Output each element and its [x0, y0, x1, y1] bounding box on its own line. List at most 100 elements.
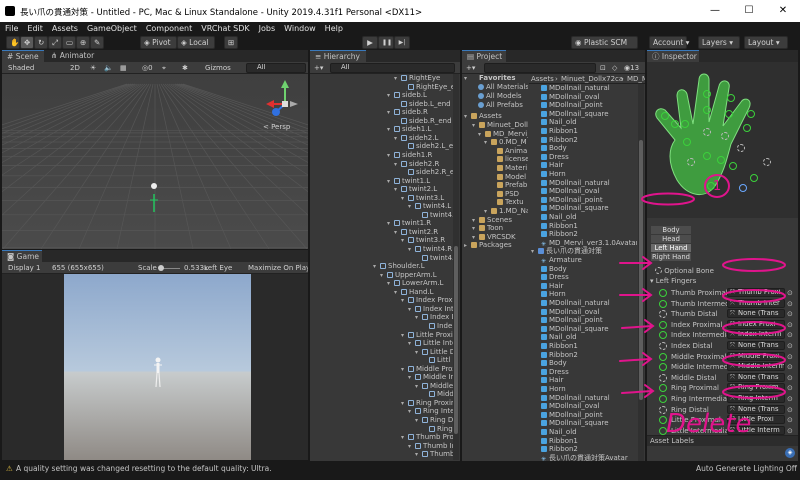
hierarchy-search-input[interactable]: All [330, 63, 455, 73]
close-button[interactable]: ✕ [766, 0, 800, 22]
tab-inspector[interactable]: ⓘ Inspector [647, 50, 699, 62]
bone-dot-icon[interactable] [703, 152, 711, 160]
project-file-item[interactable]: Hair [541, 376, 563, 384]
hierarchy-item[interactable]: ▾ sideb.R [387, 108, 428, 116]
eye-dropdown[interactable]: Left Eye [204, 263, 232, 273]
expand-arrow-icon[interactable]: ▾ [415, 451, 422, 459]
hierarchy-item[interactable]: sideh2.L_en [401, 142, 456, 150]
expand-arrow-icon[interactable]: ▾ [387, 109, 394, 117]
expand-arrow-icon[interactable]: ▾ [408, 340, 415, 348]
project-file-item[interactable]: MDollnail_natural [541, 84, 610, 92]
custom-tool-icon[interactable]: ✎ [90, 36, 104, 49]
expand-arrow-icon[interactable]: ▾ [373, 263, 380, 271]
project-file-item[interactable]: Body [541, 359, 567, 367]
expand-arrow-icon[interactable]: ▾ [401, 237, 408, 245]
menu-vrchat-sdk[interactable]: VRChat SDK [196, 22, 253, 33]
move-tool-icon[interactable]: ✥ [20, 36, 34, 49]
project-file-item[interactable]: MDollnail_square [541, 110, 609, 118]
bone-dot-icon[interactable] [707, 182, 715, 190]
bone-dot-icon[interactable] [763, 158, 771, 166]
scale-tool-icon[interactable]: ⤢ [48, 36, 62, 49]
hierarchy-item[interactable]: ▾ Shoulder.L [373, 262, 425, 270]
hierarchy-item[interactable]: ▾ Hand.L [394, 288, 434, 296]
pivot-toggle[interactable]: ◈ Pivot [140, 36, 177, 49]
pause-button[interactable]: ❚❚ [378, 36, 394, 49]
hierarchy-item[interactable]: ▾ twint3.L [401, 194, 444, 202]
hierarchy-item[interactable]: ▾ UpperArm.L [380, 271, 437, 279]
project-search-input[interactable] [484, 63, 596, 73]
hidden-objects-icon[interactable]: ◎0 [142, 63, 153, 73]
favorite-item[interactable]: All Prefabs [478, 101, 523, 109]
hierarchy-item[interactable]: ▾ Ring Inter [408, 407, 456, 415]
selected-bone-dot-icon[interactable] [739, 184, 747, 192]
object-picker-icon[interactable]: ⊙ [787, 321, 793, 329]
project-file-item[interactable]: Dress [541, 273, 569, 281]
hierarchy-item[interactable]: ▾ Middle Inte [408, 373, 456, 381]
project-file-item[interactable]: Horn [541, 385, 566, 393]
bone-dot-icon[interactable] [717, 156, 725, 164]
minimize-button[interactable]: — [698, 0, 732, 22]
expand-arrow-icon[interactable]: ▾ [387, 178, 394, 186]
bone-dot-icon[interactable] [681, 120, 689, 128]
audio-toggle-icon[interactable]: 🔈 [104, 63, 113, 73]
hierarchy-item[interactable]: ▾ Thumb Prox [401, 433, 456, 441]
tab-game[interactable]: ◙ Game [2, 250, 42, 262]
hierarchy-item[interactable]: Inde [422, 322, 452, 330]
expand-arrow-icon[interactable]: ▾ [408, 203, 415, 211]
scale-slider[interactable] [158, 265, 180, 271]
project-folder[interactable]: license [490, 155, 528, 163]
project-file-item[interactable]: MDollnail_point [541, 101, 603, 109]
project-file-item[interactable]: Ribbon2 [541, 136, 578, 144]
hierarchy-item[interactable]: ▾ LowerArm.L [387, 279, 443, 287]
breadcrumb-minuet[interactable]: Minuet_Dollx72ca [561, 75, 623, 83]
expand-arrow-icon[interactable]: ▾ [387, 280, 394, 288]
expand-arrow-icon[interactable]: ▾ [408, 374, 415, 382]
object-picker-icon[interactable]: ⊙ [787, 416, 793, 424]
tab-hierarchy[interactable]: ≡ Hierarchy [310, 50, 366, 62]
project-file-item[interactable]: Hair [541, 161, 563, 169]
packages-root[interactable]: ▸ Packages [464, 241, 512, 249]
body-button[interactable]: Body [651, 226, 691, 234]
bone-transform-field[interactable]: ⤧None (Trans [727, 404, 785, 414]
expand-arrow-icon[interactable]: ▾ [394, 75, 401, 83]
favorites-header[interactable]: ▾ Favorites [464, 74, 516, 82]
hierarchy-item[interactable]: ▾ sideh2.L [394, 134, 438, 142]
project-folder[interactable]: ▾ 1.MD_Na [484, 207, 528, 215]
tools-icon[interactable]: ✱ [182, 63, 188, 73]
object-picker-icon[interactable]: ⊙ [787, 300, 793, 308]
project-file-item[interactable]: Dress [541, 368, 569, 376]
expand-arrow-icon[interactable]: ▾ [464, 113, 471, 121]
hierarchy-item[interactable]: ▾ Index Proxim [401, 296, 456, 304]
collab-icon[interactable]: ◈ [785, 448, 795, 458]
filter-type-icon[interactable]: ⊡ [600, 63, 606, 73]
project-file-item[interactable]: Body [541, 265, 567, 273]
object-picker-icon[interactable]: ⊙ [787, 289, 793, 297]
expand-arrow-icon[interactable]: ▾ [401, 332, 408, 340]
hierarchy-item[interactable]: sideb.R_end [394, 117, 452, 125]
bone-dot-icon[interactable] [721, 132, 729, 140]
hierarchy-item[interactable]: ▾ Middle [415, 382, 453, 390]
project-file-item[interactable]: Ribbon1 [541, 342, 578, 350]
expand-arrow-icon[interactable]: ▾ [387, 220, 394, 228]
project-folder[interactable]: PSD [490, 190, 519, 198]
project-file-item[interactable]: ✳ MD_Mervi_ver3.1.0Avatar [541, 239, 637, 248]
project-folder[interactable]: ▾ Minuet_Dollx [472, 121, 528, 129]
bone-transform-field[interactable]: ⤧ Little Interm [727, 425, 785, 435]
local-toggle[interactable]: ◈ Local [177, 36, 215, 49]
perspective-label[interactable]: < Persp [263, 123, 290, 131]
project-file-item[interactable]: MDollnail_point [541, 196, 603, 204]
project-file-item[interactable]: Nail_old [541, 118, 577, 126]
gizmos-dropdown[interactable]: Gizmos [205, 63, 231, 73]
bone-dot-icon[interactable] [671, 120, 679, 128]
project-file-item[interactable]: Ribbon1 [541, 222, 578, 230]
hand-tool-icon[interactable]: ✋ [6, 36, 20, 49]
scene-search-input[interactable]: All [246, 63, 306, 73]
bone-dot-icon[interactable] [703, 106, 711, 114]
hierarchy-item[interactable]: ▾ RightEye [394, 74, 440, 82]
maximize-on-play-toggle[interactable]: Maximize On Play [248, 263, 308, 273]
hierarchy-item[interactable]: sideh2.R_en [401, 168, 456, 176]
expand-arrow-icon[interactable]: ▾ [408, 306, 415, 314]
hierarchy-item[interactable]: RightEye_end [401, 83, 456, 91]
hierarchy-item[interactable]: ▾ Thumb [415, 450, 454, 458]
breadcrumb-assets[interactable]: Assets [531, 75, 554, 83]
